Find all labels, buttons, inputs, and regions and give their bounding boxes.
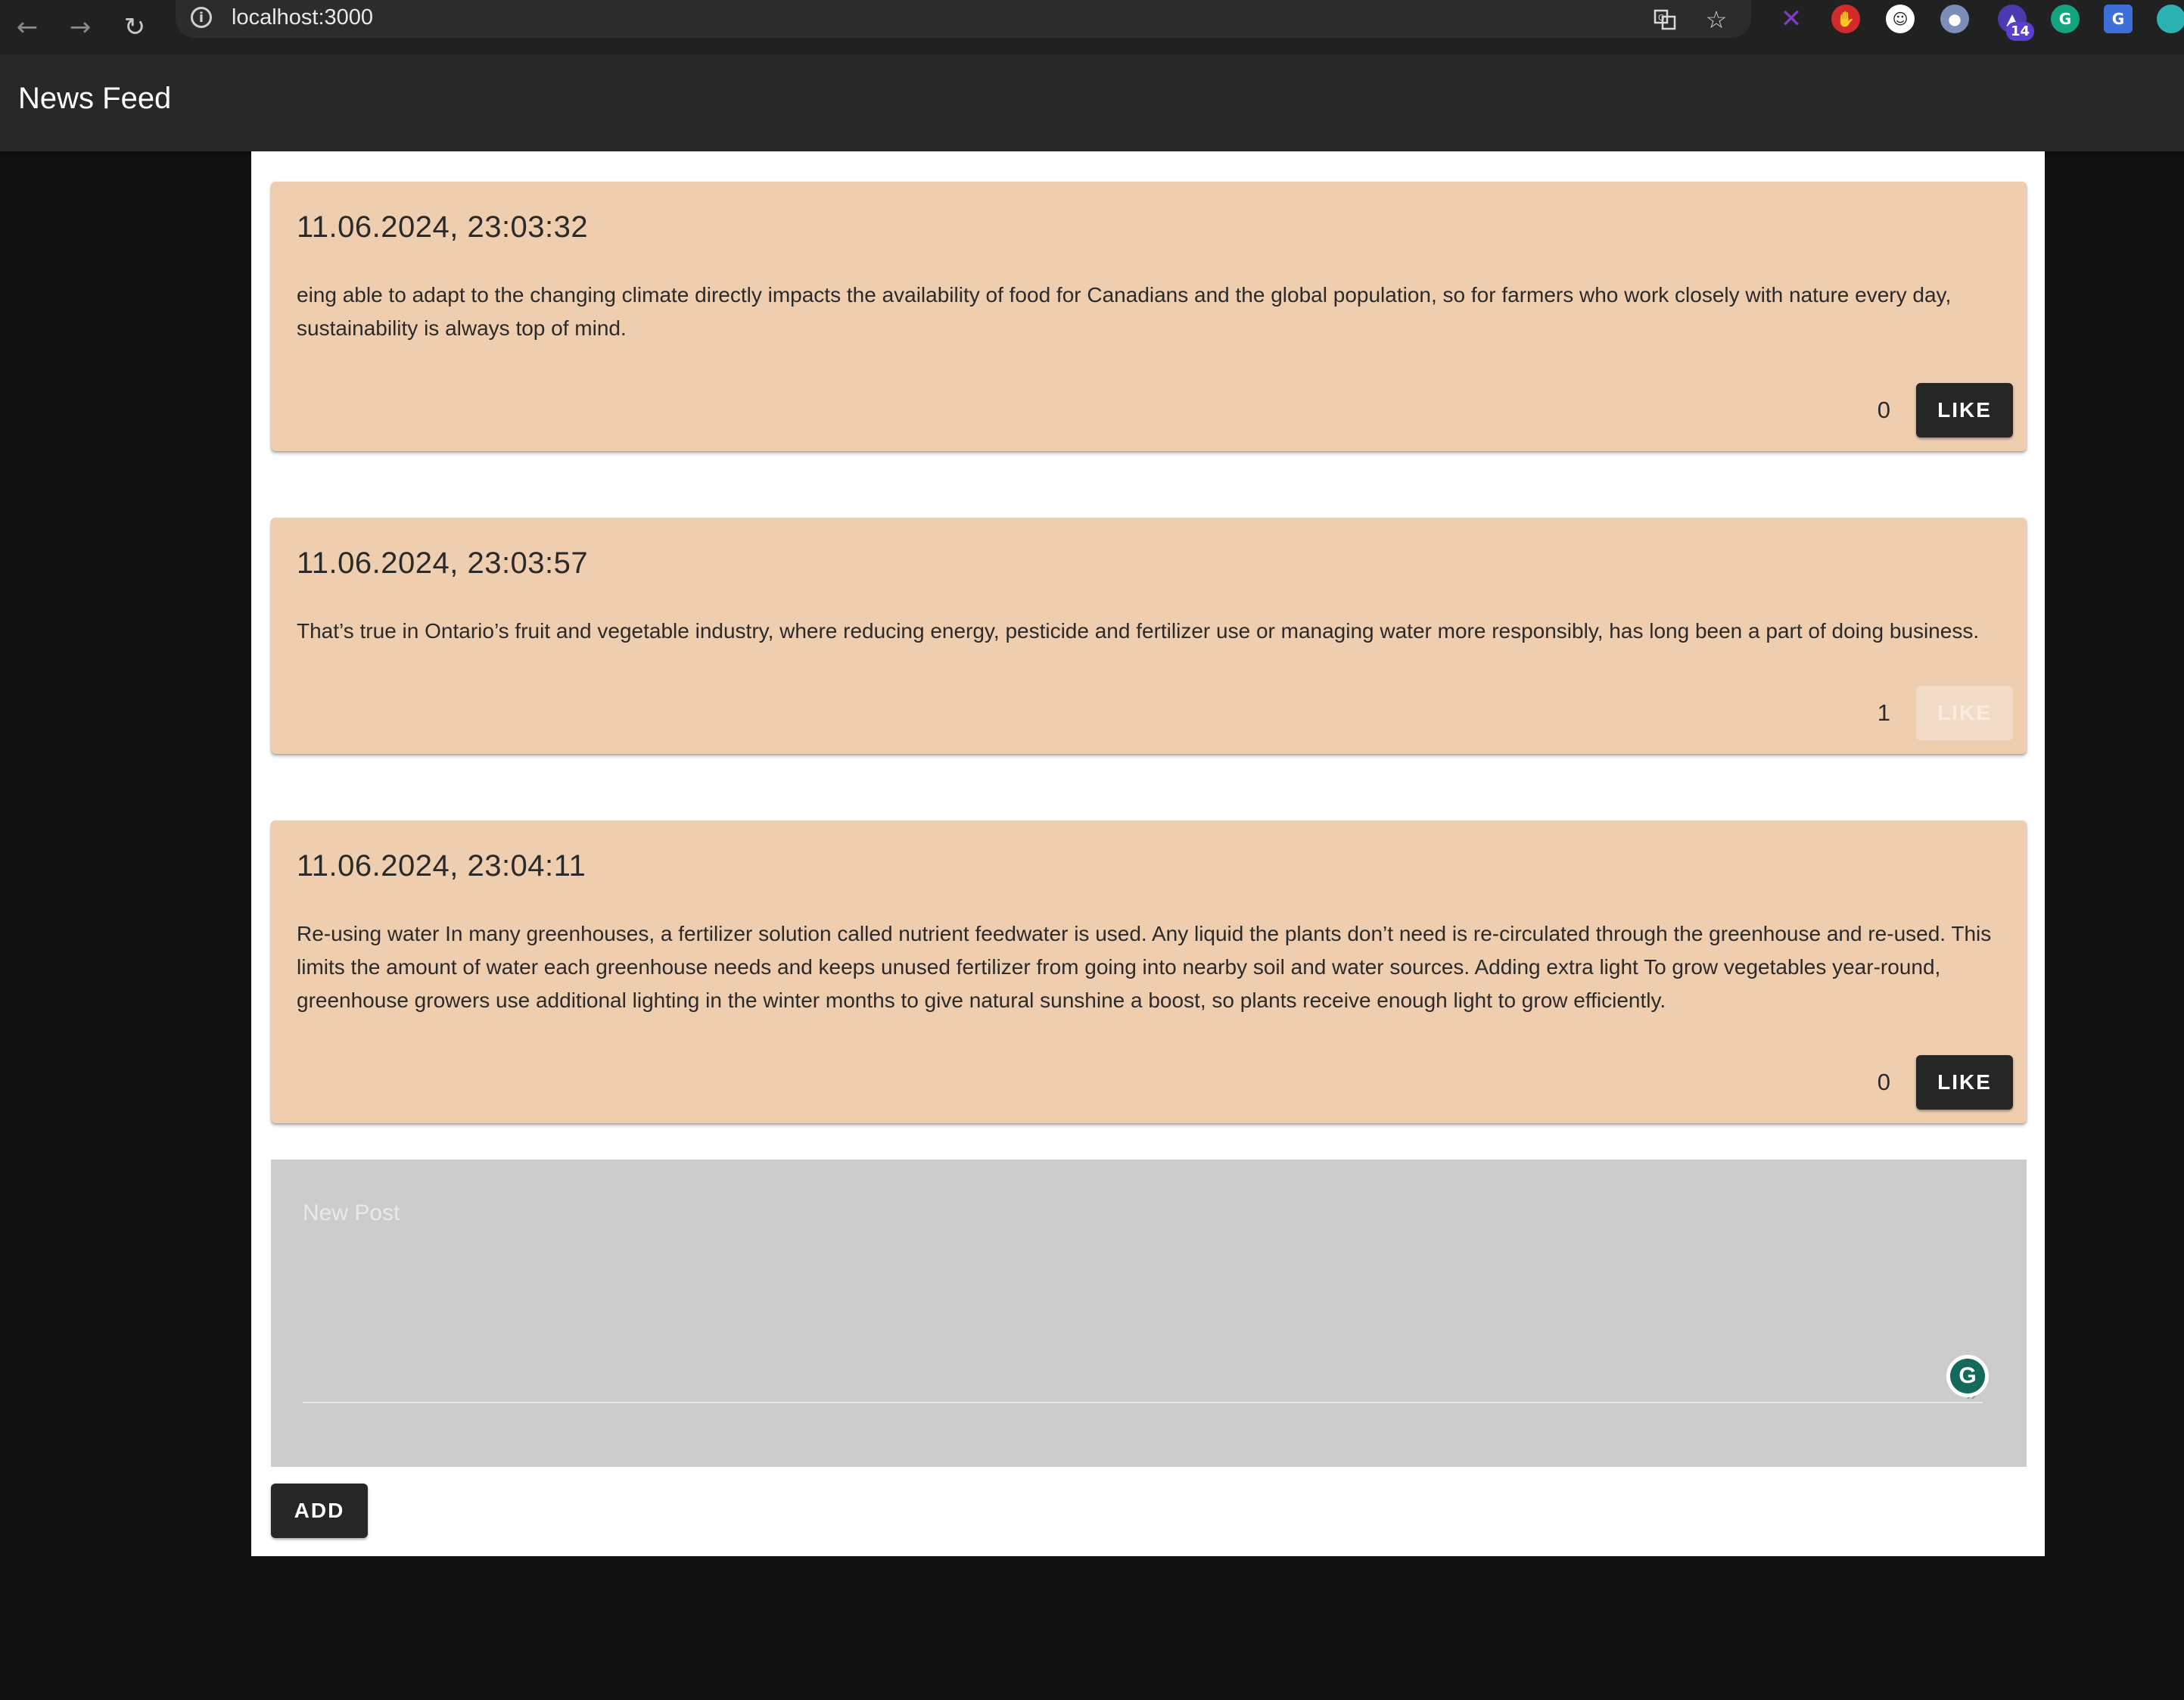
post-text: Re-using water In many greenhouses, a fe…	[297, 922, 1992, 1012]
input-underline	[303, 1402, 1983, 1403]
like-button[interactable]: LIKE	[1916, 1055, 2013, 1110]
new-post-placeholder: New Post	[303, 1200, 400, 1225]
like-button[interactable]: LIKE	[1916, 383, 2013, 437]
svg-text:G: G	[1658, 13, 1665, 23]
address-bar[interactable]: i localhost:3000 G ☆	[176, 0, 1751, 38]
app-bar: News Feed	[0, 54, 2184, 151]
post-text: That’s true in Ontario’s fruit and veget…	[297, 619, 1980, 643]
like-button-disabled: LIKE	[1916, 686, 2013, 740]
like-count: 0	[1877, 397, 1890, 423]
forward-icon[interactable]: →	[59, 6, 101, 48]
bookmark-star-icon[interactable]: ☆	[1701, 5, 1731, 35]
post-text: eing able to adapt to the changing clima…	[297, 283, 1952, 340]
translate-icon[interactable]: G	[1650, 5, 1680, 35]
feed-container: 11.06.2024, 23:03:32 eing able to adapt …	[251, 151, 2045, 1556]
extension-badge-count: 14	[2005, 22, 2034, 41]
url-text[interactable]: localhost:3000	[232, 5, 373, 30]
site-info-icon[interactable]: i	[191, 7, 212, 28]
extension-partial-icon[interactable]	[2157, 5, 2184, 33]
post-card: 11.06.2024, 23:04:11 Re-using water In m…	[271, 820, 2027, 1123]
new-post-field[interactable]: New Post G	[271, 1160, 2027, 1467]
post-date: 11.06.2024, 23:03:57	[297, 546, 589, 580]
like-count: 1	[1877, 699, 1890, 726]
post-card: 11.06.2024, 23:03:57 That’s true in Onta…	[271, 518, 2027, 754]
extension-badge-icon[interactable]: ▲ 14	[1998, 5, 2034, 41]
post-card: 11.06.2024, 23:03:32 eing able to adapt …	[271, 182, 2027, 451]
add-button[interactable]: ADD	[271, 1484, 368, 1538]
app-title: News Feed	[18, 82, 172, 115]
back-icon[interactable]: ←	[6, 6, 48, 48]
extension-face-icon[interactable]: ☺	[1886, 5, 1915, 33]
grammarly-extension-icon[interactable]: G	[2051, 5, 2080, 33]
browser-toolbar: ← → ↻ i localhost:3000 G ☆ ✕ ✋ ☺ ● ▲ 14 G…	[0, 0, 2184, 54]
grammarly-g-icon: G	[1950, 1359, 1985, 1393]
extension-circle-icon[interactable]: ●	[1940, 5, 1969, 33]
extension-x-icon[interactable]: ✕	[1777, 4, 1806, 34]
like-count: 0	[1877, 1069, 1890, 1095]
grammarly-icon[interactable]: G	[1946, 1355, 1989, 1397]
extension-stop-icon[interactable]: ✋	[1831, 5, 1860, 33]
google-translate-extension-icon[interactable]: G	[2104, 5, 2133, 33]
post-date: 11.06.2024, 23:04:11	[297, 849, 586, 883]
reload-icon[interactable]: ↻	[114, 6, 156, 48]
post-date: 11.06.2024, 23:03:32	[297, 210, 589, 244]
